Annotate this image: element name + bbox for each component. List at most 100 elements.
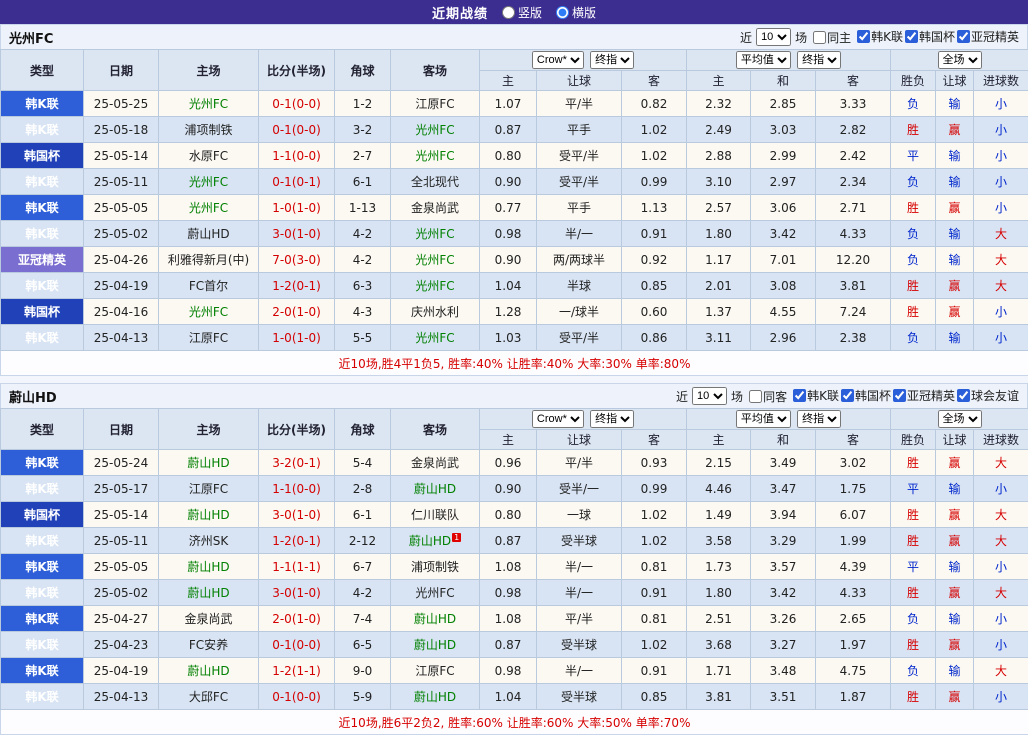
col-goals-result: 进球数 (974, 71, 1028, 91)
match-score: 3-0(1-0) (259, 502, 335, 528)
league-checkbox[interactable] (905, 30, 918, 43)
match-score: 1-2(0-1) (259, 273, 335, 299)
league-type-cell: 韩国杯 (1, 299, 84, 325)
avg-draw: 3.42 (751, 221, 816, 247)
league-filter[interactable]: 韩国杯 (841, 387, 891, 404)
odds-home: 1.08 (480, 606, 537, 632)
bookmaker-select[interactable]: Crow* (532, 51, 584, 69)
match-score: 1-2(1-1) (259, 658, 335, 684)
odds-handicap: 平手 (537, 195, 622, 221)
layout-radio-vertical[interactable]: 竖版 (502, 4, 542, 21)
league-type-cell: 韩K联 (1, 684, 84, 710)
match-row: 韩K联25-04-13江原FC1-0(1-0)5-5光州FC1.03受平/半0.… (1, 325, 1028, 351)
horizontal-radio[interactable] (556, 6, 569, 19)
vertical-radio[interactable] (502, 6, 515, 19)
odds-away: 0.91 (622, 221, 687, 247)
match-date: 25-05-14 (84, 502, 159, 528)
avg-time-select[interactable]: 终指 (797, 410, 841, 428)
league-type-cell: 韩K联 (1, 169, 84, 195)
result-handicap: 输 (936, 554, 974, 580)
league-label: 球会友谊 (971, 387, 1019, 404)
league-filter[interactable]: 球会友谊 (957, 387, 1019, 404)
league-checkbox[interactable] (957, 389, 970, 402)
league-filter[interactable]: 韩国杯 (905, 28, 955, 45)
match-date: 25-05-05 (84, 554, 159, 580)
result-goals: 小 (974, 684, 1028, 710)
odds-away: 1.13 (622, 195, 687, 221)
result-goals: 小 (974, 476, 1028, 502)
odds-away: 0.99 (622, 476, 687, 502)
home-team: 光州FC (159, 299, 259, 325)
match-row: 韩K联25-05-24蔚山HD3-2(0-1)5-4金泉尚武0.96平/半0.9… (1, 450, 1028, 476)
avg-away: 4.75 (816, 658, 891, 684)
same-venue-checkbox[interactable] (813, 31, 826, 44)
result-goals: 大 (974, 528, 1028, 554)
odds-source-header: Crow* 终指 (480, 50, 687, 71)
same-venue-checkbox[interactable] (749, 390, 762, 403)
match-row: 韩K联25-04-19FC首尔1-2(0-1)6-3光州FC1.04半球0.85… (1, 273, 1028, 299)
avg-away: 1.99 (816, 528, 891, 554)
result-goals: 大 (974, 247, 1028, 273)
layout-radio-horizontal[interactable]: 横版 (556, 4, 596, 21)
match-count-select[interactable]: 10 (756, 28, 791, 46)
odds-away: 0.85 (622, 273, 687, 299)
avg-odds-header: 平均值 终指 (687, 50, 891, 71)
avg-select[interactable]: 平均值 (736, 410, 791, 428)
match-row: 韩K联25-05-25光州FC0-1(0-0)1-2江原FC1.07平/半0.8… (1, 91, 1028, 117)
result-outcome: 平 (891, 143, 936, 169)
away-team: 蔚山HD (391, 476, 480, 502)
scope-select[interactable]: 全场 (938, 51, 982, 69)
odds-handicap: 半/一 (537, 554, 622, 580)
league-checkbox[interactable] (893, 389, 906, 402)
league-filter[interactable]: 韩K联 (857, 28, 903, 45)
league-checkbox[interactable] (957, 30, 970, 43)
league-label: 亚冠精英 (971, 28, 1019, 45)
red-card-badge: 1 (452, 533, 461, 542)
avg-draw: 2.85 (751, 91, 816, 117)
league-checkbox[interactable] (841, 389, 854, 402)
odds-away: 0.93 (622, 450, 687, 476)
odds-home: 0.77 (480, 195, 537, 221)
corner-score: 3-2 (335, 117, 391, 143)
scope-select[interactable]: 全场 (938, 410, 982, 428)
odds-time-select[interactable]: 终指 (590, 51, 634, 69)
league-checkbox[interactable] (857, 30, 870, 43)
league-checkbox[interactable] (793, 389, 806, 402)
odds-handicap: 受半/一 (537, 476, 622, 502)
avg-draw: 3.48 (751, 658, 816, 684)
league-type-cell: 韩K联 (1, 195, 84, 221)
avg-away: 3.81 (816, 273, 891, 299)
scope-header: 全场 (891, 409, 1028, 430)
result-handicap: 赢 (936, 450, 974, 476)
odds-away: 0.81 (622, 606, 687, 632)
avg-home: 3.10 (687, 169, 751, 195)
league-filter[interactable]: 亚冠精英 (957, 28, 1019, 45)
avg-away: 2.38 (816, 325, 891, 351)
corner-score: 9-0 (335, 658, 391, 684)
avg-away: 2.42 (816, 143, 891, 169)
league-filter[interactable]: 韩K联 (793, 387, 839, 404)
away-team: 仁川联队 (391, 502, 480, 528)
match-count-select[interactable]: 10 (692, 387, 727, 405)
avg-home: 2.51 (687, 606, 751, 632)
odds-handicap: 受平/半 (537, 169, 622, 195)
avg-time-select[interactable]: 终指 (797, 51, 841, 69)
away-team: 浦项制铁 (391, 554, 480, 580)
col-avg-home: 主 (687, 430, 751, 450)
result-goals: 小 (974, 554, 1028, 580)
league-type-cell: 韩K联 (1, 528, 84, 554)
match-score: 0-1(0-0) (259, 117, 335, 143)
league-filter[interactable]: 亚冠精英 (893, 387, 955, 404)
same-venue-filter[interactable]: 同主 (813, 29, 851, 46)
odds-time-select[interactable]: 终指 (590, 410, 634, 428)
col-avg-home: 主 (687, 71, 751, 91)
avg-home: 4.46 (687, 476, 751, 502)
odds-home: 0.98 (480, 221, 537, 247)
corner-score: 1-13 (335, 195, 391, 221)
league-filters: 韩K联韩国杯亚冠精英球会友谊 (791, 387, 1019, 405)
col-odds-home: 主 (480, 430, 537, 450)
same-venue-filter[interactable]: 同客 (749, 388, 787, 405)
avg-select[interactable]: 平均值 (736, 51, 791, 69)
bookmaker-select[interactable]: Crow* (532, 410, 584, 428)
match-score: 0-1(0-0) (259, 684, 335, 710)
